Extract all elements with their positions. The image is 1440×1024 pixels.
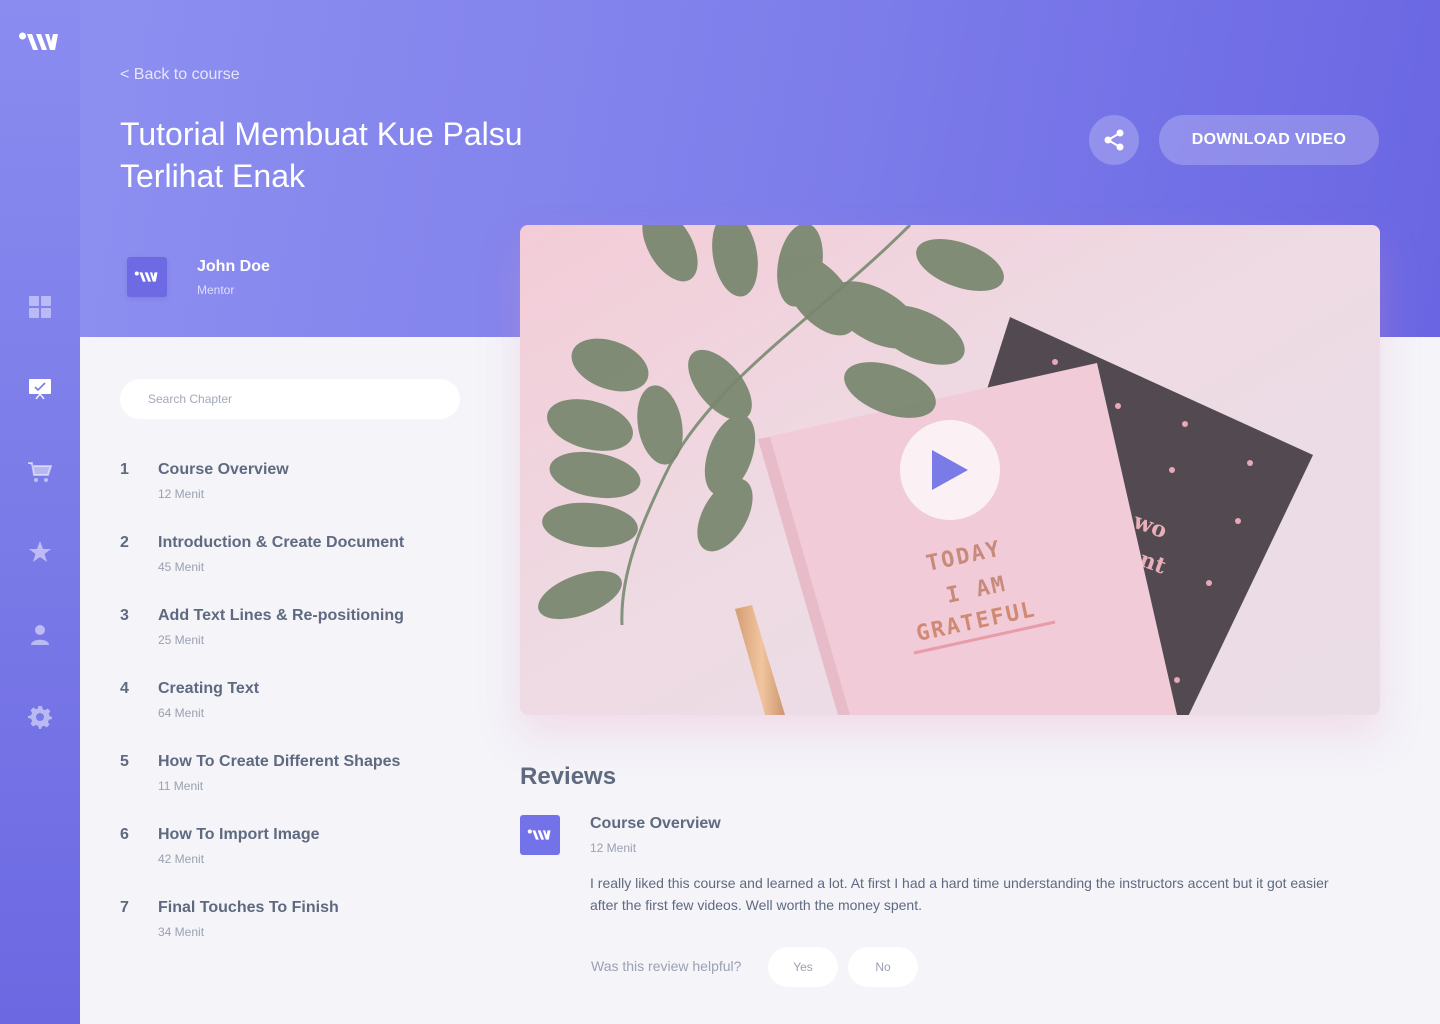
- mentor-name: John Doe: [197, 258, 270, 275]
- chapter-number: 7: [120, 899, 129, 916]
- sidebar-item-cart[interactable]: [28, 460, 52, 484]
- share-button[interactable]: [1089, 115, 1139, 165]
- chapter-item[interactable]: 7 Final Touches To Finish 34 Menit: [120, 899, 480, 949]
- chapter-duration: 45 Menit: [158, 560, 205, 574]
- chapter-item[interactable]: 1 Course Overview 12 Menit: [120, 461, 480, 511]
- chapter-title: How To Create Different Shapes: [158, 753, 401, 770]
- chapter-title: Course Overview: [158, 461, 289, 478]
- chapter-number: 6: [120, 826, 129, 843]
- review-body: I really liked this course and learned a…: [590, 875, 1329, 913]
- chapter-duration: 25 Menit: [158, 633, 205, 647]
- chapter-title: How To Import Image: [158, 826, 320, 843]
- presentation-icon: [29, 379, 51, 400]
- chapter-number: 2: [120, 534, 129, 551]
- chapter-item[interactable]: 4 Creating Text 64 Menit: [120, 680, 480, 730]
- sidebar-item-settings[interactable]: [28, 705, 52, 729]
- chapter-title: Creating Text: [158, 680, 260, 697]
- grid-icon: [29, 296, 51, 318]
- helpful-prompt: Was this review helpful?: [591, 958, 742, 974]
- brand-logo-icon[interactable]: [18, 30, 62, 54]
- sidebar: [0, 0, 80, 1024]
- cart-icon: [28, 462, 52, 482]
- chapter-item[interactable]: 2 Introduction & Create Document 45 Meni…: [120, 534, 480, 584]
- share-icon: [1104, 129, 1124, 151]
- page-title: Tutorial Membuat Kue Palsu Terlihat Enak: [120, 116, 523, 194]
- reviews-heading: Reviews: [520, 763, 617, 790]
- chapter-number: 3: [120, 607, 129, 624]
- chapter-title: Introduction & Create Document: [158, 534, 405, 551]
- brand-logo-icon: [134, 271, 158, 282]
- chapter-duration: 11 Menit: [158, 779, 204, 793]
- video-player[interactable]: wo nt TODAY I AM GRATEFUL: [520, 225, 1380, 715]
- back-to-course-link[interactable]: < Back to course: [120, 66, 240, 84]
- chapter-duration: 64 Menit: [158, 706, 205, 720]
- brand-logo-icon: [527, 829, 551, 840]
- reviewer-avatar: [520, 815, 560, 855]
- user-icon: [31, 625, 49, 645]
- chapter-title: Final Touches To Finish: [158, 899, 339, 916]
- helpful-no-button[interactable]: No: [848, 947, 918, 987]
- chapter-duration: 42 Menit: [158, 852, 205, 866]
- star-icon: [29, 541, 51, 562]
- sidebar-item-dashboard[interactable]: [28, 295, 52, 319]
- chapter-item[interactable]: 6 How To Import Image 42 Menit: [120, 826, 480, 876]
- sidebar-item-courses[interactable]: [28, 376, 52, 400]
- chapter-item[interactable]: 5 How To Create Different Shapes 11 Meni…: [120, 753, 480, 803]
- play-button[interactable]: [900, 420, 1000, 520]
- review-meta: 12 Menit: [590, 841, 637, 855]
- mentor-role: Mentor: [197, 283, 235, 297]
- chapter-title: Add Text Lines & Re-positioning: [158, 607, 404, 624]
- sidebar-item-favorites[interactable]: [28, 540, 52, 564]
- gear-icon: [28, 706, 52, 729]
- chapter-item[interactable]: 3 Add Text Lines & Re-positioning 25 Men…: [120, 607, 480, 657]
- chapter-duration: 34 Menit: [158, 925, 205, 939]
- chapter-number: 4: [120, 680, 129, 697]
- helpful-yes-button[interactable]: Yes: [768, 947, 838, 987]
- chapter-duration: 12 Menit: [158, 487, 205, 501]
- sidebar-item-profile[interactable]: [28, 623, 52, 647]
- play-icon: [932, 450, 968, 490]
- chapter-number: 5: [120, 753, 129, 770]
- search-chapter-input[interactable]: [120, 379, 460, 419]
- review-title: Course Overview: [590, 815, 721, 832]
- download-video-button[interactable]: DOWNLOAD VIDEO: [1159, 115, 1379, 165]
- mentor-avatar: [127, 257, 167, 297]
- chapter-number: 1: [120, 461, 129, 478]
